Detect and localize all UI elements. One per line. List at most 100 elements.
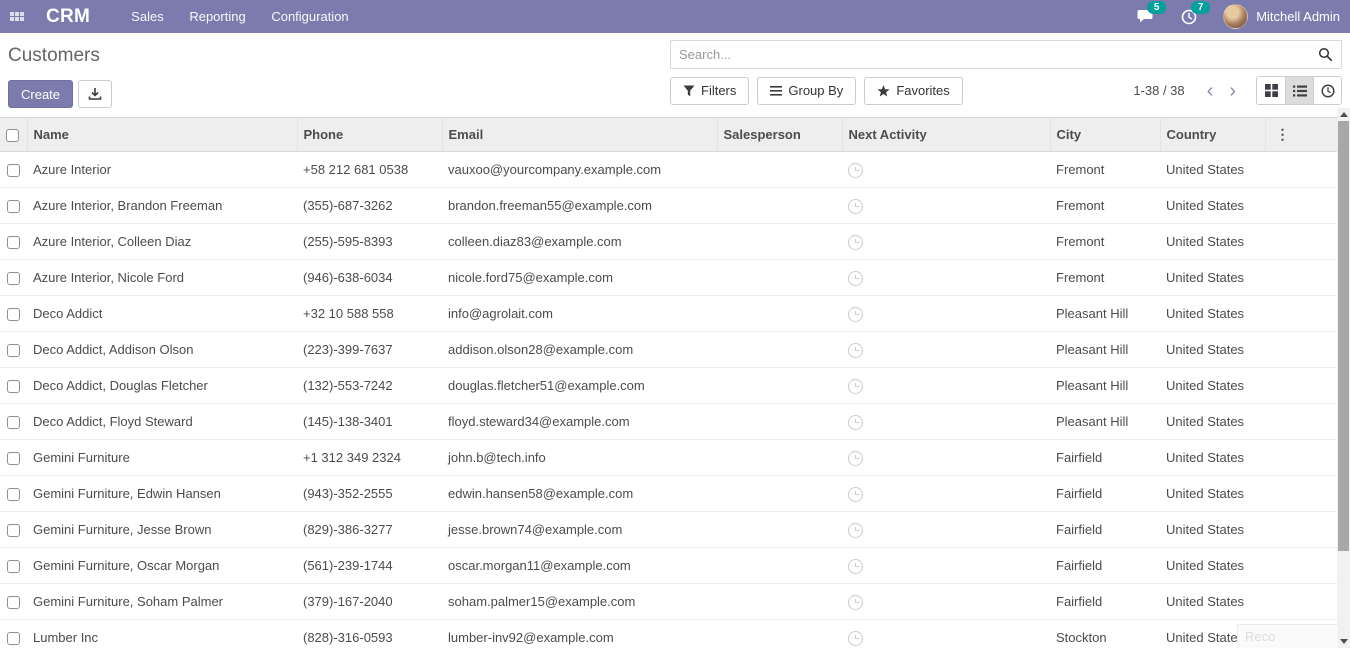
cell-phone[interactable]: (829)-386-3277 [297, 512, 442, 548]
row-checkbox[interactable] [7, 344, 20, 357]
next-activity-clock-icon[interactable] [848, 163, 863, 178]
cell-email[interactable]: edwin.hansen58@example.com [442, 476, 717, 512]
cell-phone[interactable]: (561)-239-1744 [297, 548, 442, 584]
table-row[interactable]: Gemini Furniture, Jesse Brown (829)-386-… [0, 512, 1338, 548]
cell-country[interactable]: United States [1160, 584, 1265, 620]
favorites-button[interactable]: Favorites [864, 77, 962, 105]
cell-salesperson[interactable] [717, 548, 842, 584]
next-activity-clock-icon[interactable] [848, 631, 863, 646]
cell-country[interactable]: United States [1160, 224, 1265, 260]
search-input[interactable] [679, 47, 1318, 62]
menu-configuration[interactable]: Configuration [260, 0, 359, 33]
next-activity-clock-icon[interactable] [848, 523, 863, 538]
table-row[interactable]: Deco Addict +32 10 588 558 info@agrolait… [0, 296, 1338, 332]
app-brand[interactable]: CRM [46, 6, 90, 28]
cell-email[interactable]: john.b@tech.info [442, 440, 717, 476]
cell-city[interactable]: Pleasant Hill [1050, 296, 1160, 332]
cell-country[interactable]: United States [1160, 260, 1265, 296]
column-header-salesperson[interactable]: Salesperson [717, 118, 842, 152]
cell-phone[interactable]: (828)-316-0593 [297, 620, 442, 648]
next-activity-clock-icon[interactable] [848, 379, 863, 394]
cell-salesperson[interactable] [717, 440, 842, 476]
next-activity-clock-icon[interactable] [848, 307, 863, 322]
column-header-name[interactable]: Name [27, 118, 297, 152]
cell-city[interactable]: Fairfield [1050, 512, 1160, 548]
cell-country[interactable]: United States [1160, 332, 1265, 368]
menu-reporting[interactable]: Reporting [178, 0, 256, 33]
cell-email[interactable]: jesse.brown74@example.com [442, 512, 717, 548]
row-checkbox[interactable] [7, 632, 20, 645]
row-checkbox[interactable] [7, 416, 20, 429]
cell-salesperson[interactable] [717, 368, 842, 404]
table-row[interactable]: Azure Interior +58 212 681 0538 vauxoo@y… [0, 152, 1338, 188]
next-activity-clock-icon[interactable] [848, 451, 863, 466]
list-view-button[interactable] [1285, 77, 1313, 104]
cell-phone[interactable]: (223)-399-7637 [297, 332, 442, 368]
cell-name[interactable]: Azure Interior [27, 152, 297, 188]
cell-phone[interactable]: (946)-638-6034 [297, 260, 442, 296]
cell-city[interactable]: Pleasant Hill [1050, 404, 1160, 440]
cell-country[interactable]: United States [1160, 404, 1265, 440]
next-activity-clock-icon[interactable] [848, 415, 863, 430]
row-checkbox[interactable] [7, 596, 20, 609]
cell-name[interactable]: Gemini Furniture, Edwin Hansen [27, 476, 297, 512]
select-all-checkbox[interactable] [6, 129, 19, 142]
table-row[interactable]: Deco Addict, Douglas Fletcher (132)-553-… [0, 368, 1338, 404]
pager-next-button[interactable]: › [1221, 81, 1244, 101]
cell-name[interactable]: Gemini Furniture, Soham Palmer [27, 584, 297, 620]
activity-view-button[interactable] [1313, 77, 1341, 104]
cell-next-activity[interactable] [842, 260, 1050, 296]
row-checkbox[interactable] [7, 560, 20, 573]
cell-email[interactable]: soham.palmer15@example.com [442, 584, 717, 620]
apps-menu-icon[interactable] [10, 12, 24, 21]
cell-next-activity[interactable] [842, 224, 1050, 260]
row-checkbox[interactable] [7, 200, 20, 213]
cell-name[interactable]: Deco Addict, Floyd Steward [27, 404, 297, 440]
row-checkbox[interactable] [7, 272, 20, 285]
cell-city[interactable]: Fairfield [1050, 584, 1160, 620]
cell-email[interactable]: addison.olson28@example.com [442, 332, 717, 368]
cell-salesperson[interactable] [717, 188, 842, 224]
row-checkbox[interactable] [7, 380, 20, 393]
cell-city[interactable]: Fremont [1050, 224, 1160, 260]
table-row[interactable]: Azure Interior, Brandon Freeman (355)-68… [0, 188, 1338, 224]
cell-country[interactable]: United States [1160, 548, 1265, 584]
next-activity-clock-icon[interactable] [848, 595, 863, 610]
export-button[interactable] [78, 80, 112, 108]
table-row[interactable]: Azure Interior, Colleen Diaz (255)-595-8… [0, 224, 1338, 260]
cell-salesperson[interactable] [717, 476, 842, 512]
cell-email[interactable]: brandon.freeman55@example.com [442, 188, 717, 224]
cell-name[interactable]: Azure Interior, Colleen Diaz [27, 224, 297, 260]
table-row[interactable]: Gemini Furniture, Soham Palmer (379)-167… [0, 584, 1338, 620]
cell-salesperson[interactable] [717, 260, 842, 296]
column-header-email[interactable]: Email [442, 118, 717, 152]
cell-name[interactable]: Deco Addict, Addison Olson [27, 332, 297, 368]
cell-city[interactable]: Fremont [1050, 188, 1160, 224]
group-by-button[interactable]: Group By [757, 77, 856, 105]
cell-phone[interactable]: +32 10 588 558 [297, 296, 442, 332]
cell-email[interactable]: nicole.ford75@example.com [442, 260, 717, 296]
row-checkbox[interactable] [7, 524, 20, 537]
table-row[interactable]: Gemini Furniture, Oscar Morgan (561)-239… [0, 548, 1338, 584]
cell-next-activity[interactable] [842, 188, 1050, 224]
table-row[interactable]: Gemini Furniture, Edwin Hansen (943)-352… [0, 476, 1338, 512]
cell-city[interactable]: Fremont [1050, 152, 1160, 188]
cell-phone[interactable]: +58 212 681 0538 [297, 152, 442, 188]
column-header-city[interactable]: City [1050, 118, 1160, 152]
cell-salesperson[interactable] [717, 152, 842, 188]
cell-salesperson[interactable] [717, 620, 842, 648]
cell-name[interactable]: Azure Interior, Nicole Ford [27, 260, 297, 296]
cell-salesperson[interactable] [717, 224, 842, 260]
cell-city[interactable]: Stockton [1050, 620, 1160, 648]
cell-next-activity[interactable] [842, 296, 1050, 332]
next-activity-clock-icon[interactable] [848, 235, 863, 250]
row-checkbox[interactable] [7, 488, 20, 501]
cell-next-activity[interactable] [842, 404, 1050, 440]
cell-name[interactable]: Gemini Furniture, Oscar Morgan [27, 548, 297, 584]
column-header-phone[interactable]: Phone [297, 118, 442, 152]
scroll-up-arrow[interactable] [1337, 108, 1350, 121]
cell-city[interactable]: Pleasant Hill [1050, 368, 1160, 404]
optional-columns-button[interactable]: ⋮ [1272, 126, 1294, 143]
user-menu[interactable]: Mitchell Admin [1223, 4, 1340, 29]
cell-next-activity[interactable] [842, 548, 1050, 584]
